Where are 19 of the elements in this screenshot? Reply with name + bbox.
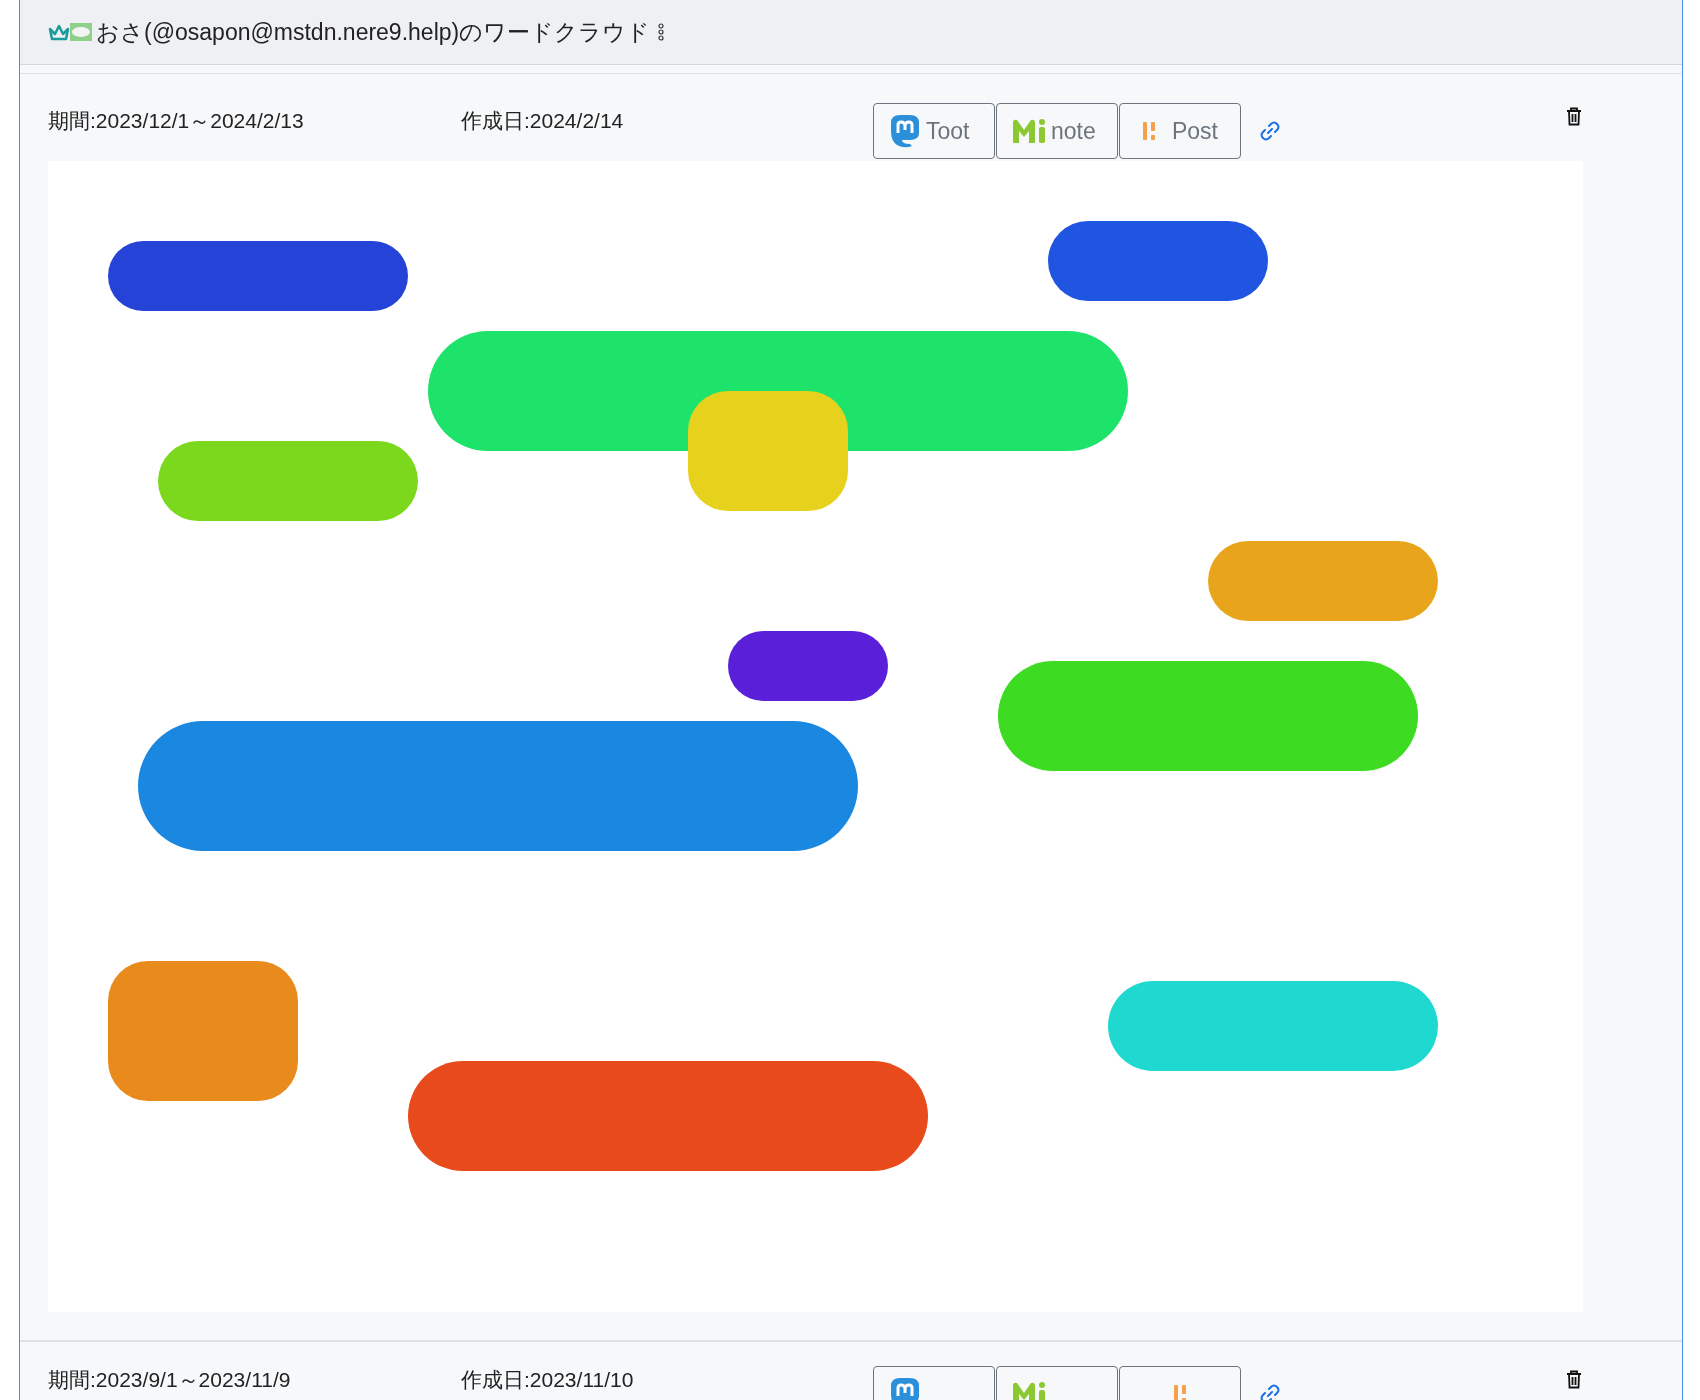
page-title: おさ(@osapon@mstdn.nere9.help)のワードクラウド — [96, 17, 651, 47]
share-button[interactable]: note — [996, 103, 1118, 159]
link-icon[interactable] — [1260, 1384, 1280, 1400]
logo-icon — [1011, 117, 1047, 145]
logo-icon — [1011, 1380, 1047, 1400]
avatar-icon — [48, 21, 92, 43]
share-button[interactable]: Toot — [873, 103, 995, 159]
logo-icon — [888, 113, 922, 149]
share-button[interactable]: Post — [1119, 103, 1241, 159]
more-icon[interactable] — [658, 23, 665, 41]
created-date: 作成日:2023/11/10 — [461, 1367, 635, 1393]
period-label: 期間:2023/12/1～2024/2/13 — [48, 108, 305, 134]
logo-icon — [1173, 1383, 1187, 1400]
link-icon[interactable] — [1260, 121, 1280, 141]
logo-icon — [1142, 120, 1156, 142]
period-label: 期間:2023/9/1～2023/11/9 — [48, 1367, 292, 1393]
delete-icon[interactable] — [1566, 107, 1582, 126]
delete-icon[interactable] — [1566, 1370, 1582, 1389]
created-date: 作成日:2024/2/14 — [461, 108, 625, 134]
